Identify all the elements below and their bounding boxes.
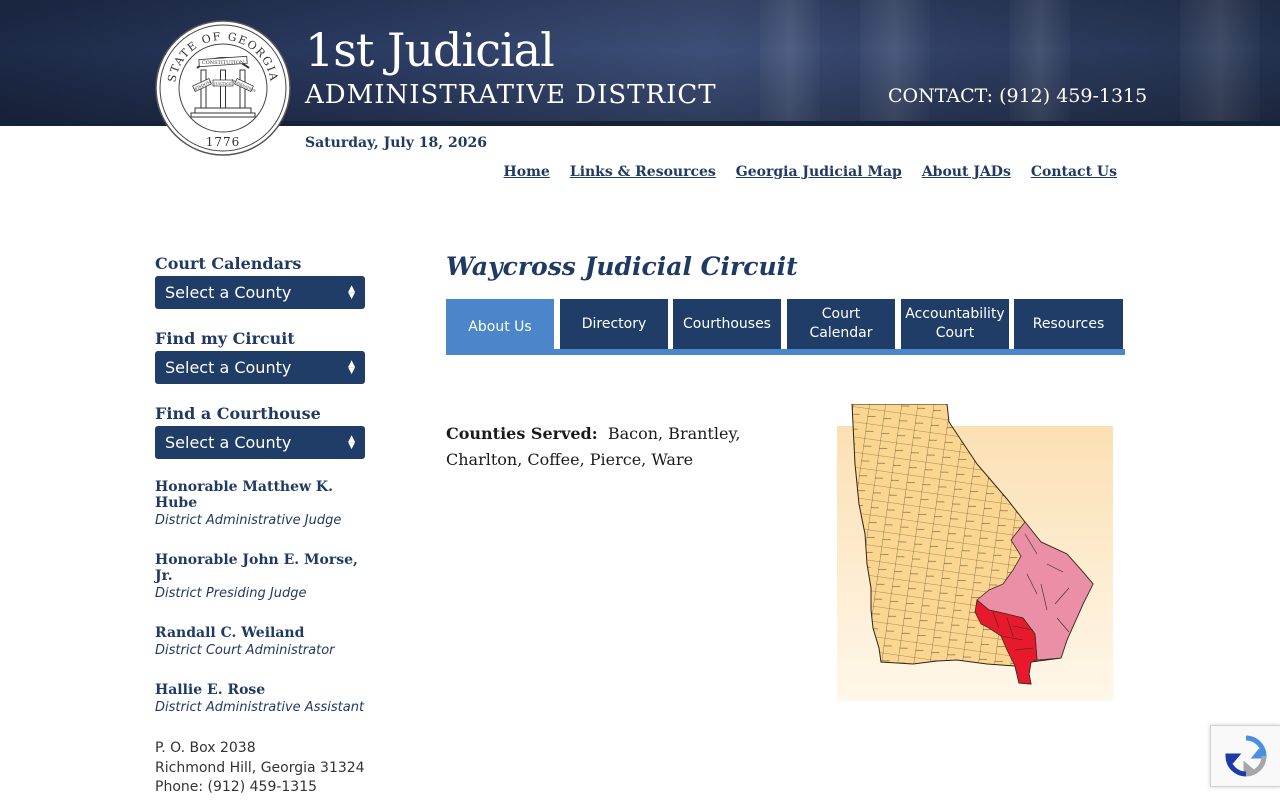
address-phone: Phone: (912) 459-1315 (155, 779, 318, 795)
tab-resources-label: Resources (1032, 315, 1105, 332)
nav-home-link[interactable]: Home (504, 164, 550, 180)
person-entry: Hallie E. Rose District Administrative A… (155, 682, 370, 715)
site-title: 1st Judicial (305, 23, 555, 77)
person-name: Honorable John E. Morse, Jr. (155, 552, 358, 584)
find-circuit-heading: Find my Circuit (155, 329, 295, 348)
tab-courthouses[interactable]: Courthouses (673, 299, 781, 349)
nav-about-jads-link[interactable]: About JADs (922, 164, 1011, 180)
georgia-circuit-map[interactable] (837, 404, 1113, 701)
court-calendars-select-value: Select a County (165, 283, 292, 302)
select-arrows-icon: ▲ ▼ (348, 358, 355, 376)
circuit-title: Waycross Judicial Circuit (446, 252, 798, 281)
find-circuit-select[interactable]: Select a County ▲ ▼ (155, 351, 365, 384)
find-courthouse-select-value: Select a County (165, 433, 292, 452)
nav-contact-us-link[interactable]: Contact Us (1031, 164, 1117, 180)
person-entry: Honorable John E. Morse, Jr. District Pr… (155, 552, 370, 601)
tab-directory[interactable]: Directory (560, 299, 668, 349)
counties-served-label: Counties Served: (446, 424, 598, 443)
select-arrows-icon: ▲ ▼ (348, 433, 355, 451)
find-courthouse-heading: Find a Courthouse (155, 404, 321, 423)
tab-accountability-court[interactable]: Accountability Court (901, 299, 1009, 349)
tab-courthouses-label: Courthouses (683, 315, 771, 332)
mailing-address: P. O. Box 2038 Richmond Hill, Georgia 31… (155, 739, 370, 798)
sidebar: Court Calendars Select a County ▲ ▼ Find … (155, 254, 370, 798)
tab-accountability-court-label-1: Accountability (905, 306, 1005, 322)
recaptcha-badge[interactable] (1210, 725, 1280, 787)
person-entry: Honorable Matthew K. Hube District Admin… (155, 479, 370, 528)
tab-resources[interactable]: Resources (1014, 299, 1123, 349)
person-name: Hallie E. Rose (155, 682, 266, 698)
current-date: Saturday, July 18, 2026 (305, 135, 487, 151)
seal-center-text: JUSTICE (213, 81, 232, 86)
top-navigation: Home Links & Resources Georgia Judicial … (504, 164, 1117, 180)
georgia-seal-logo[interactable]: STATE OF GEORGIA CONSTITUTION WISDOM JUS… (155, 20, 291, 156)
person-role: District Administrative Judge (155, 513, 342, 528)
circuit-tabs: About Us Directory Courthouses Court Cal… (446, 299, 1125, 355)
tab-directory-label: Directory (581, 315, 647, 332)
header-contact: CONTACT: (912) 459-1315 (888, 85, 1148, 107)
nav-georgia-judicial-map-link[interactable]: Georgia Judicial Map (736, 164, 902, 180)
select-arrows-icon: ▲ ▼ (348, 283, 355, 301)
court-calendars-select[interactable]: Select a County ▲ ▼ (155, 276, 365, 309)
person-name: Honorable Matthew K. Hube (155, 479, 333, 511)
address-line-1: P. O. Box 2038 (155, 740, 256, 756)
find-circuit-select-value: Select a County (165, 358, 292, 377)
person-name: Randall C. Weiland (155, 625, 305, 641)
tab-about-us[interactable]: About Us (446, 299, 554, 355)
site-subtitle: ADMINISTRATIVE DISTRICT (305, 80, 717, 110)
court-calendars-heading: Court Calendars (155, 254, 302, 273)
nav-links-resources-link[interactable]: Links & Resources (570, 164, 716, 180)
tab-accountability-court-label-2: Court (935, 325, 975, 341)
counties-served: Counties Served: Bacon, Brantley, Charlt… (446, 421, 806, 473)
tab-underline-bar (446, 349, 1125, 355)
tab-about-us-label: About Us (468, 318, 532, 335)
tab-court-calendar-label-2: Calendar (809, 325, 873, 341)
recaptcha-icon (1225, 735, 1267, 777)
address-line-2: Richmond Hill, Georgia 31324 (155, 759, 365, 776)
person-entry: Randall C. Weiland District Court Admini… (155, 625, 370, 658)
tab-court-calendar[interactable]: Court Calendar (787, 299, 895, 349)
person-role: District Administrative Assistant (155, 700, 365, 715)
seal-banner-text: CONSTITUTION (202, 60, 245, 66)
person-role: District Court Administrator (155, 643, 335, 658)
person-role: District Presiding Judge (155, 586, 307, 601)
seal-year-text: 1776 (206, 135, 241, 149)
find-courthouse-select[interactable]: Select a County ▲ ▼ (155, 426, 365, 459)
tab-court-calendar-label-1: Court (821, 306, 861, 322)
